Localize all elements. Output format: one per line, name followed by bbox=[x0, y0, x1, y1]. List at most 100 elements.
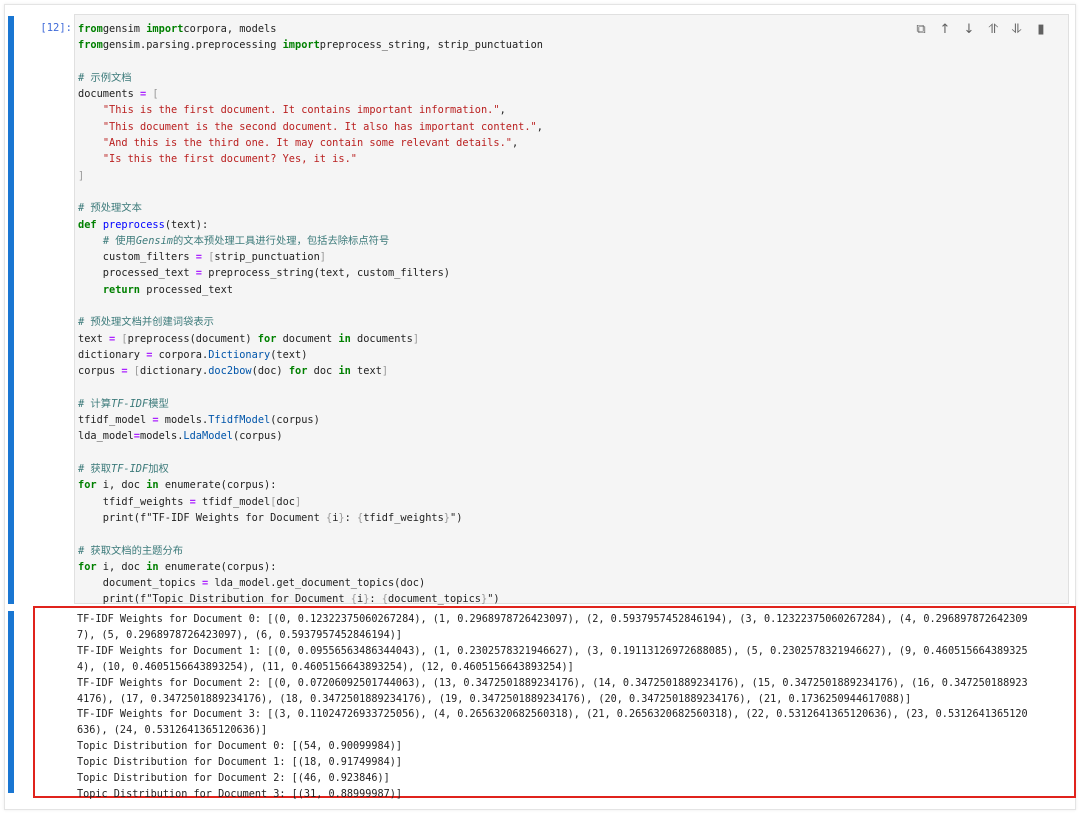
code-token: # 预处理文档并创建词袋表示 bbox=[78, 316, 214, 329]
code-text[interactable]: fromgensim importcorpora, models fromgens… bbox=[78, 21, 543, 608]
code-token: lda_model bbox=[78, 430, 134, 443]
code-line: fromgensim.parsing.preprocessing importp… bbox=[78, 37, 543, 53]
code-token: : bbox=[344, 511, 357, 524]
code-token: corpus bbox=[78, 365, 122, 378]
code-line: def preprocess(text): bbox=[78, 217, 543, 233]
code-line: lda_model=models.LdaModel(corpus) bbox=[78, 428, 543, 444]
code-token: models. bbox=[140, 430, 184, 443]
code-token: Gensim bbox=[135, 234, 174, 247]
code-token: from bbox=[78, 39, 103, 52]
code-token: (text) bbox=[270, 348, 308, 361]
code-line: ] bbox=[78, 168, 543, 184]
code-line: processed_text = preprocess_string(text,… bbox=[78, 265, 543, 281]
code-token: enumerate(corpus): bbox=[158, 560, 277, 573]
code-token: "This is the first document. It contains… bbox=[102, 104, 500, 117]
output-line: 7), (5, 0.2968978726423097), (6, 0.59379… bbox=[77, 629, 403, 641]
code-token: import bbox=[146, 23, 184, 35]
code-line: "This is the first document. It contains… bbox=[78, 102, 543, 118]
code-line: tfidf_weights = tfidf_model[doc] bbox=[78, 494, 543, 510]
code-line: "And this is the third one. It may conta… bbox=[78, 135, 543, 151]
code-token: preprocess bbox=[102, 218, 165, 231]
code-token: from bbox=[78, 23, 103, 35]
code-line: documents = [ bbox=[78, 86, 543, 102]
cell-input-collapser[interactable] bbox=[8, 16, 14, 604]
code-token: i, doc bbox=[96, 560, 147, 573]
code-token: preprocess_string(text, custom_filters) bbox=[202, 267, 450, 280]
delete-icon[interactable]: ▮ bbox=[1034, 22, 1048, 38]
code-token: in bbox=[338, 365, 351, 378]
code-line: print(f"TF-IDF Weights for Document {i}:… bbox=[78, 510, 543, 526]
code-token: 模型 bbox=[148, 397, 169, 410]
code-token: TF-IDF bbox=[111, 463, 149, 476]
code-token: return bbox=[102, 283, 141, 296]
move-down-icon[interactable]: ↓ bbox=[962, 22, 976, 38]
code-line: dictionary = corpora.Dictionary(text) bbox=[78, 347, 543, 363]
code-token: text bbox=[78, 332, 109, 345]
output-line: Topic Distribution for Document 3: [(31,… bbox=[77, 788, 403, 800]
code-token: tfidf_model bbox=[195, 495, 271, 508]
code-line: document_topics = lda_model.get_document… bbox=[78, 575, 543, 591]
code-token: (corpus) bbox=[270, 414, 320, 427]
code-token: gensim.parsing.preprocessing bbox=[102, 39, 283, 52]
code-token: enumerate(corpus): bbox=[158, 479, 277, 492]
code-token: , bbox=[536, 120, 543, 133]
code-line: for i, doc in enumerate(corpus): bbox=[78, 559, 543, 575]
code-token: text bbox=[350, 365, 382, 378]
duplicate-icon[interactable]: ⧉ bbox=[914, 22, 928, 38]
code-token: TfidfModel bbox=[208, 414, 271, 427]
code-token: 的文本预处理工具进行处理，包括去除标点符号 bbox=[173, 234, 390, 247]
code-token: [ bbox=[146, 88, 159, 101]
code-token: (doc) bbox=[251, 365, 289, 378]
code-line: # 获取文档的主题分布 bbox=[78, 543, 543, 559]
code-token: ] bbox=[319, 251, 326, 264]
code-token: in bbox=[338, 332, 351, 345]
move-up-icon[interactable]: ↑ bbox=[938, 22, 952, 38]
code-token: (text): bbox=[164, 218, 209, 231]
code-token: i, doc bbox=[96, 479, 147, 492]
code-token: document_topics bbox=[78, 577, 202, 590]
code-token: # 计算 bbox=[78, 397, 111, 410]
code-token: processed_text bbox=[78, 267, 196, 280]
code-token: for bbox=[288, 365, 308, 378]
code-token: gensim bbox=[102, 23, 147, 35]
code-token: documents bbox=[78, 88, 140, 101]
code-token: custom_filters bbox=[78, 251, 196, 264]
insert-above-icon[interactable]: ⥣ bbox=[986, 22, 1000, 38]
code-token: dictionary bbox=[78, 348, 147, 361]
code-token: LdaModel bbox=[183, 430, 234, 443]
code-token: for bbox=[78, 560, 97, 573]
code-token: models. bbox=[158, 414, 209, 427]
code-token: tfidf_weights bbox=[363, 511, 444, 524]
cell-output-collapser[interactable] bbox=[8, 611, 14, 793]
code-token: ] bbox=[381, 365, 389, 378]
output-line: Topic Distribution for Document 2: [(46,… bbox=[77, 773, 390, 785]
code-token: for bbox=[257, 332, 277, 345]
code-token: (corpus) bbox=[233, 430, 283, 443]
code-token: document_topics bbox=[388, 593, 481, 606]
code-token: , bbox=[511, 137, 519, 150]
code-token: : bbox=[369, 593, 382, 606]
insert-below-icon[interactable]: ⥥ bbox=[1010, 22, 1024, 38]
code-token: ") bbox=[450, 511, 463, 524]
code-token: ") bbox=[487, 593, 500, 606]
code-token: , bbox=[499, 104, 506, 117]
code-line: "Is this the first document? Yes, it is.… bbox=[78, 151, 543, 167]
code-token: [ bbox=[115, 332, 128, 345]
code-line: # 预处理文档并创建词袋表示 bbox=[78, 314, 543, 330]
code-line: text = [preprocess(document) for documen… bbox=[78, 331, 543, 347]
code-token: import bbox=[282, 39, 320, 52]
code-token: [ bbox=[202, 251, 215, 264]
output-line: 4), (10, 0.4605156643893254), (11, 0.460… bbox=[77, 661, 574, 673]
code-token: documents bbox=[350, 332, 413, 345]
code-token: doc bbox=[307, 365, 339, 378]
code-token: 加权 bbox=[148, 463, 169, 476]
code-token: preprocess_string, strip_punctuation bbox=[319, 39, 543, 52]
